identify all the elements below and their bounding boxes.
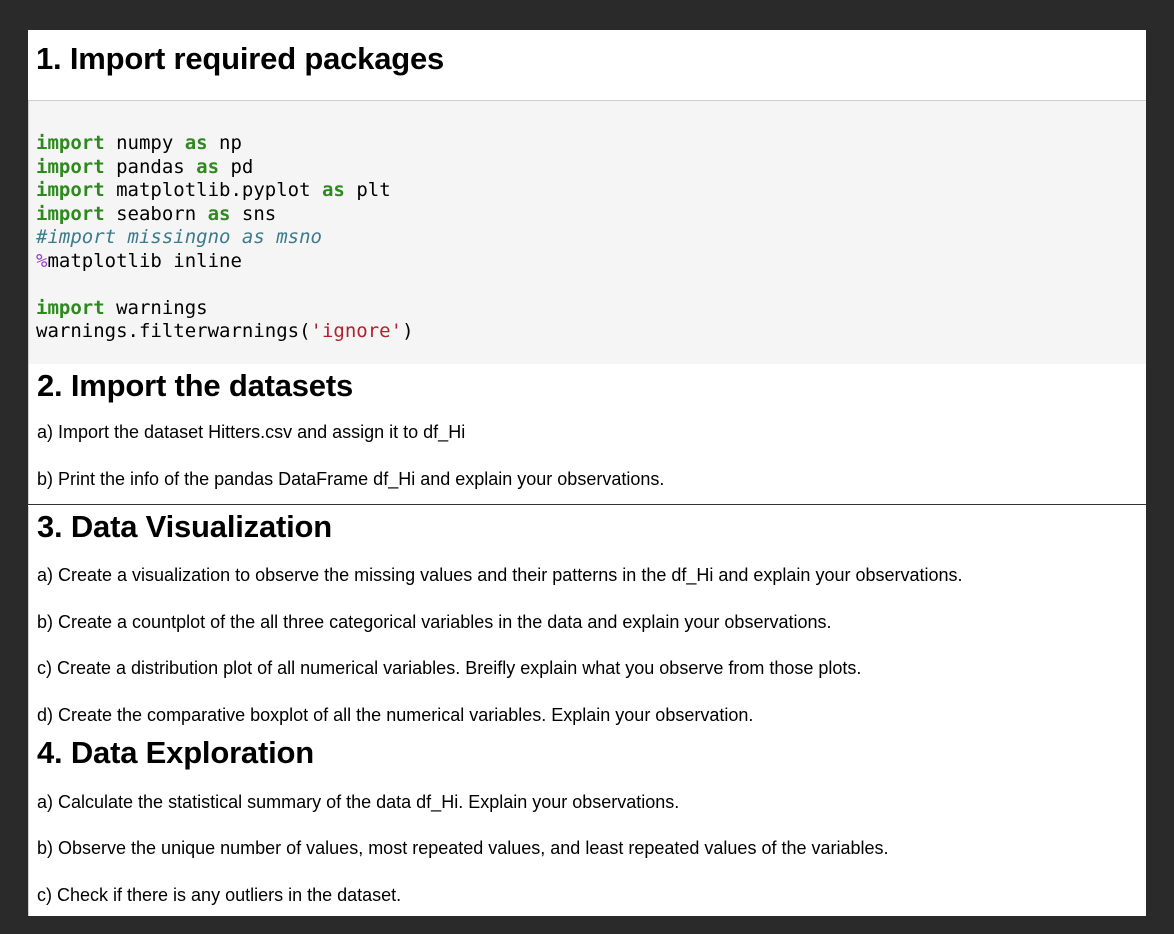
module-name: warnings xyxy=(104,296,208,319)
task-item: a) Calculate the statistical summary of … xyxy=(37,792,680,812)
module-name: numpy xyxy=(104,132,185,154)
notebook-page: 1. Import required packages import numpy… xyxy=(28,30,1146,916)
module-name: seaborn xyxy=(104,202,208,225)
section-heading-import-datasets: 2. Import the datasets xyxy=(37,368,354,403)
markdown-cell-data-exploration[interactable]: 4. Data Exploration a) Calculate the sta… xyxy=(28,728,1146,916)
string-literal: 'ignore' xyxy=(310,320,403,342)
keyword: import xyxy=(36,296,105,319)
keyword: import xyxy=(36,155,105,178)
magic-command: matplotlib inline xyxy=(47,249,242,272)
keyword: as xyxy=(196,155,220,178)
task-item: c) Check if there is any outliers in the… xyxy=(37,885,402,905)
markdown-cell-import-datasets[interactable]: 2. Import the datasets a) Import the dat… xyxy=(28,364,1146,504)
code-editor[interactable]: import numpy as np import pandas as pd i… xyxy=(36,132,414,344)
keyword: as xyxy=(321,179,345,201)
keyword: import xyxy=(36,132,105,154)
alias-name: sns xyxy=(230,202,277,225)
code-comment: #import missingno as msno xyxy=(36,226,322,248)
section-heading-import-packages: 1. Import required packages xyxy=(36,41,445,76)
function-call: warnings.filterwarnings( xyxy=(36,320,311,342)
code-line: import matplotlib.pyplot as plt xyxy=(36,179,391,201)
task-item: d) Create the comparative boxplot of all… xyxy=(37,705,754,725)
alias-name: pd xyxy=(219,155,254,178)
section-heading-data-visualization: 3. Data Visualization xyxy=(37,509,332,544)
task-item: c) Create a distribution plot of all num… xyxy=(37,658,862,678)
section-heading-data-exploration: 4. Data Exploration xyxy=(37,735,314,770)
markdown-cell-import-packages[interactable]: 1. Import required packages xyxy=(28,30,1146,100)
module-name: matplotlib.pyplot xyxy=(104,179,322,201)
alias-name: np xyxy=(207,132,242,154)
module-name: pandas xyxy=(104,155,197,178)
task-item: a) Import the dataset Hitters.csv and as… xyxy=(37,422,466,442)
keyword: import xyxy=(36,202,105,225)
code-line: import numpy as np xyxy=(36,132,242,154)
code-line: import pandas as pd xyxy=(36,156,253,178)
keyword: as xyxy=(184,132,208,154)
code-line: import warnings xyxy=(36,297,208,319)
task-item: a) Create a visualization to observe the… xyxy=(37,565,963,585)
keyword: as xyxy=(207,202,231,225)
alias-name: plt xyxy=(344,179,391,201)
magic-symbol: % xyxy=(36,249,48,272)
code-line: %matplotlib inline xyxy=(36,250,242,272)
task-item: b) Observe the unique number of values, … xyxy=(37,838,889,858)
keyword: import xyxy=(36,179,105,201)
task-item: b) Create a countplot of the all three c… xyxy=(37,612,832,632)
cell-divider xyxy=(28,504,1146,505)
code-line: import seaborn as sns xyxy=(36,203,276,225)
function-call-close: ) xyxy=(402,320,414,342)
task-item: b) Print the info of the pandas DataFram… xyxy=(37,469,665,489)
code-cell[interactable]: import numpy as np import pandas as pd i… xyxy=(28,100,1146,364)
code-line: warnings.filterwarnings('ignore') xyxy=(36,320,414,342)
markdown-cell-data-visualization[interactable]: 3. Data Visualization a) Create a visual… xyxy=(28,506,1146,728)
